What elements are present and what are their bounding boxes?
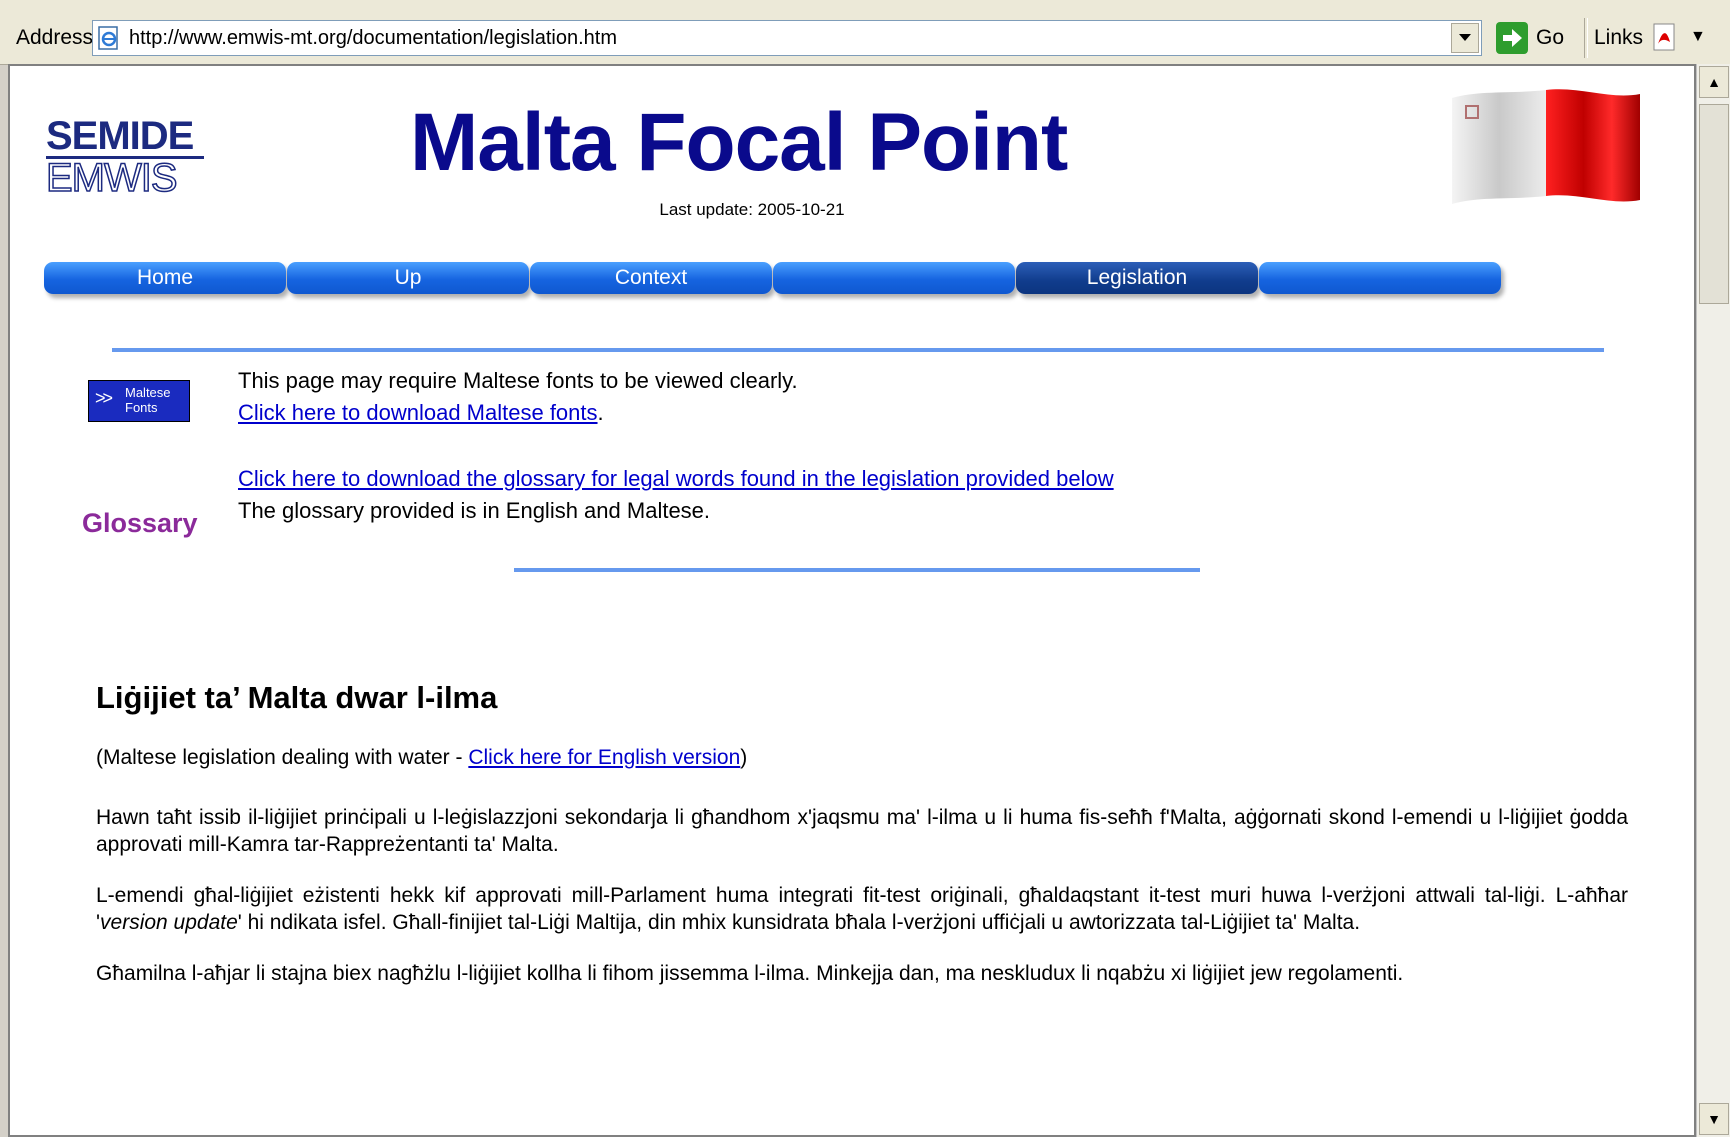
pdf-icon[interactable] [1652,22,1678,52]
divider-middle [514,568,1200,572]
vertical-scrollbar[interactable]: ▲ ▼ [1696,64,1730,1137]
last-update: Last update: 2005-10-21 [659,200,845,219]
english-version-link[interactable]: Click here for English version [468,746,740,769]
address-input[interactable]: http://www.emwis-mt.org/documentation/le… [92,20,1482,56]
double-chevron-icon: >> [95,388,113,408]
nav-context[interactable]: Context [530,262,772,294]
logo-semide: SEMIDE [46,114,194,158]
glossary-link-line: Click here to download the glossary for … [238,466,1114,492]
malta-flag-icon [1452,89,1640,204]
paragraph-1: Hawn taħt issib il-liġijiet prinċipali u… [96,806,1628,856]
maltese-fonts-badge[interactable]: >> Maltese Fonts [88,380,190,422]
logo-emwis: EMWIS [45,155,178,201]
fonts-notice-text: This page may require Maltese fonts to b… [238,368,798,393]
fonts-download-line: Click here to download Maltese fonts. [238,400,604,425]
fonts-badge-text: Maltese Fonts [125,385,171,415]
fonts-download-link[interactable]: Click here to download Maltese fonts [238,400,598,425]
scroll-up-icon[interactable]: ▲ [1699,66,1729,98]
glossary-download-link[interactable]: Click here to download the glossary for … [238,466,1114,491]
site-title: Malta Focal Point [410,97,1068,188]
address-label: Address [16,26,94,49]
separator [1584,18,1588,58]
nav-legislation[interactable]: Legislation [1016,262,1258,294]
nav-blank-2[interactable] [1259,262,1501,294]
go-button[interactable]: Go [1496,20,1564,56]
address-url: http://www.emwis-mt.org/documentation/le… [129,27,617,49]
links-button[interactable]: Links [1594,26,1643,50]
divider-top [112,348,1604,352]
go-label: Go [1535,26,1564,49]
paragraph-2: L-emendi għal-liġijiet eżistenti hekk ki… [96,884,1628,934]
glossary-label: Glossary [82,508,198,538]
paragraph-3: Għamilna l-aħjar li stajna biex nagħżlu … [96,962,1404,985]
nav-blank-1[interactable] [773,262,1015,294]
last-update-container: Last update: 2005-10-21 [10,200,1490,220]
nav-home[interactable]: Home [44,262,286,294]
go-arrow-icon [1496,22,1528,54]
subtitle-line: (Maltese legislation dealing with water … [96,746,748,769]
ie-page-icon [98,26,118,50]
chevron-down-icon[interactable]: ▼ [1690,28,1706,46]
scroll-down-icon[interactable]: ▼ [1699,1103,1729,1135]
address-bar: Address http://www.emwis-mt.org/document… [0,12,1730,65]
page-viewport: SEMIDE EMWIS Malta Focal Point Last upda… [8,64,1696,1137]
glossary-note: The glossary provided is in English and … [238,498,711,523]
section-heading: Liġijiet ta’ Malta dwar l-ilma [96,680,498,715]
nav-up[interactable]: Up [287,262,529,294]
dropdown-arrow-icon[interactable] [1451,23,1479,53]
scroll-thumb[interactable] [1699,104,1729,304]
